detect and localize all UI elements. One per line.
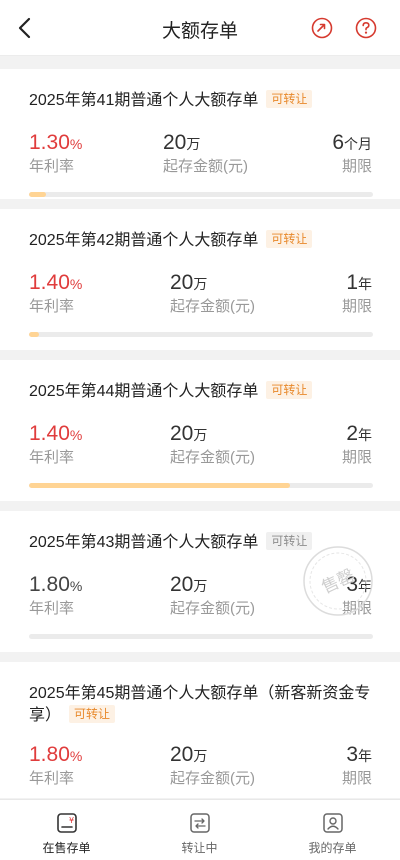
term-label: 期限 [341, 158, 372, 175]
rate-value: 1.80% [29, 743, 83, 766]
progress-bar [29, 192, 373, 197]
page-title: 大额存单 [161, 21, 238, 42]
amount-value: 20万 [170, 271, 208, 294]
tab-label: 转让中 [181, 841, 218, 855]
rate-value: 1.80% [29, 573, 83, 596]
rate-label: 年利率 [29, 158, 75, 175]
tab-my-deposits[interactable]: 我的存单 [266, 800, 399, 860]
term-label: 期限 [341, 298, 372, 315]
sold-out-stamp: 售罄 [303, 546, 373, 616]
progress-bar [29, 483, 373, 488]
amount-value: 20万 [170, 743, 208, 766]
rate-label: 年利率 [29, 298, 75, 315]
amount-label: 起存金额(元) [170, 600, 255, 617]
amount-value: 20万 [163, 131, 201, 154]
rate-label: 年利率 [29, 449, 75, 466]
deposit-certificate-icon: ¥ [57, 813, 77, 833]
help-icon[interactable] [355, 17, 377, 39]
product-card[interactable]: 2025年第43期普通个人大额存单 可转让 1.80% 20万 3年 年利率 起存… [0, 511, 400, 652]
term-label: 期限 [341, 770, 372, 787]
progress-bar [29, 634, 373, 639]
deposit-list[interactable]: 2025年第41期普通个人大额存单 可转让 1.30% 20万 6个月 年利率 起… [0, 57, 400, 798]
amount-value: 20万 [170, 422, 208, 445]
product-title: 2025年第44期普通个人大额存单 可转让 [29, 381, 313, 403]
top-bar: 大额存单 [0, 0, 400, 56]
amount-label: 起存金额(元) [163, 158, 248, 175]
tab-on-sale[interactable]: ¥ 在售存单 [0, 800, 133, 860]
term-label: 期限 [341, 449, 372, 466]
transferable-tag: 可转让 [266, 90, 313, 108]
product-card[interactable]: 2025年第41期普通个人大额存单 可转让 1.30% 20万 6个月 年利率 起… [0, 69, 400, 199]
term-value: 1年 [346, 271, 372, 294]
amount-label: 起存金额(元) [170, 449, 255, 466]
transferable-tag: 可转让 [266, 381, 313, 399]
term-value: 2年 [346, 422, 372, 445]
sold-out-stamp-text: 售罄 [319, 566, 358, 598]
rate-label: 年利率 [29, 770, 75, 787]
tab-transferring[interactable]: 转让中 [133, 800, 266, 860]
bottom-tab-bar: ¥ 在售存单 转让中 我的存单 [0, 799, 400, 860]
transferable-tag: 可转让 [266, 230, 313, 248]
amount-value: 20万 [170, 573, 208, 596]
rate-value: 1.40% [29, 422, 83, 445]
product-card[interactable]: 2025年第44期普通个人大额存单 可转让 1.40% 20万 2年 年利率 起存… [0, 360, 400, 501]
progress-fill [29, 332, 40, 337]
rate-label: 年利率 [29, 600, 75, 617]
term-value: 6个月 [332, 131, 372, 154]
product-title: 2025年第42期普通个人大额存单 可转让 [29, 230, 313, 252]
product-title: 2025年第41期普通个人大额存单 可转让 [29, 90, 313, 112]
tab-label: 我的存单 [308, 841, 357, 855]
progress-fill [29, 192, 47, 197]
product-title: 2025年第43期普通个人大额存单 可转让 [29, 532, 313, 554]
transferable-tag: 可转让 [69, 705, 116, 723]
rate-value: 1.40% [29, 271, 83, 294]
product-title: 2025年第45期普通个人大额存单（新客新资金专 享） 可转让 [29, 685, 371, 724]
rate-value: 1.30% [29, 131, 83, 154]
progress-fill [29, 483, 291, 488]
tab-label: 在售存单 [42, 841, 91, 855]
progress-bar [29, 332, 373, 337]
product-card[interactable]: 2025年第45期普通个人大额存单（新客新资金专 享） 可转让 1.80% 20万 … [0, 662, 400, 798]
amount-label: 起存金额(元) [170, 298, 255, 315]
my-deposit-icon [323, 813, 343, 833]
product-card[interactable]: 2025年第42期普通个人大额存单 可转让 1.40% 20万 1年 年利率 起存… [0, 209, 400, 350]
share-icon[interactable] [311, 17, 333, 39]
transfer-icon [190, 813, 210, 833]
svg-text:¥: ¥ [69, 816, 74, 825]
amount-label: 起存金额(元) [170, 770, 255, 787]
term-value: 3年 [346, 743, 372, 766]
